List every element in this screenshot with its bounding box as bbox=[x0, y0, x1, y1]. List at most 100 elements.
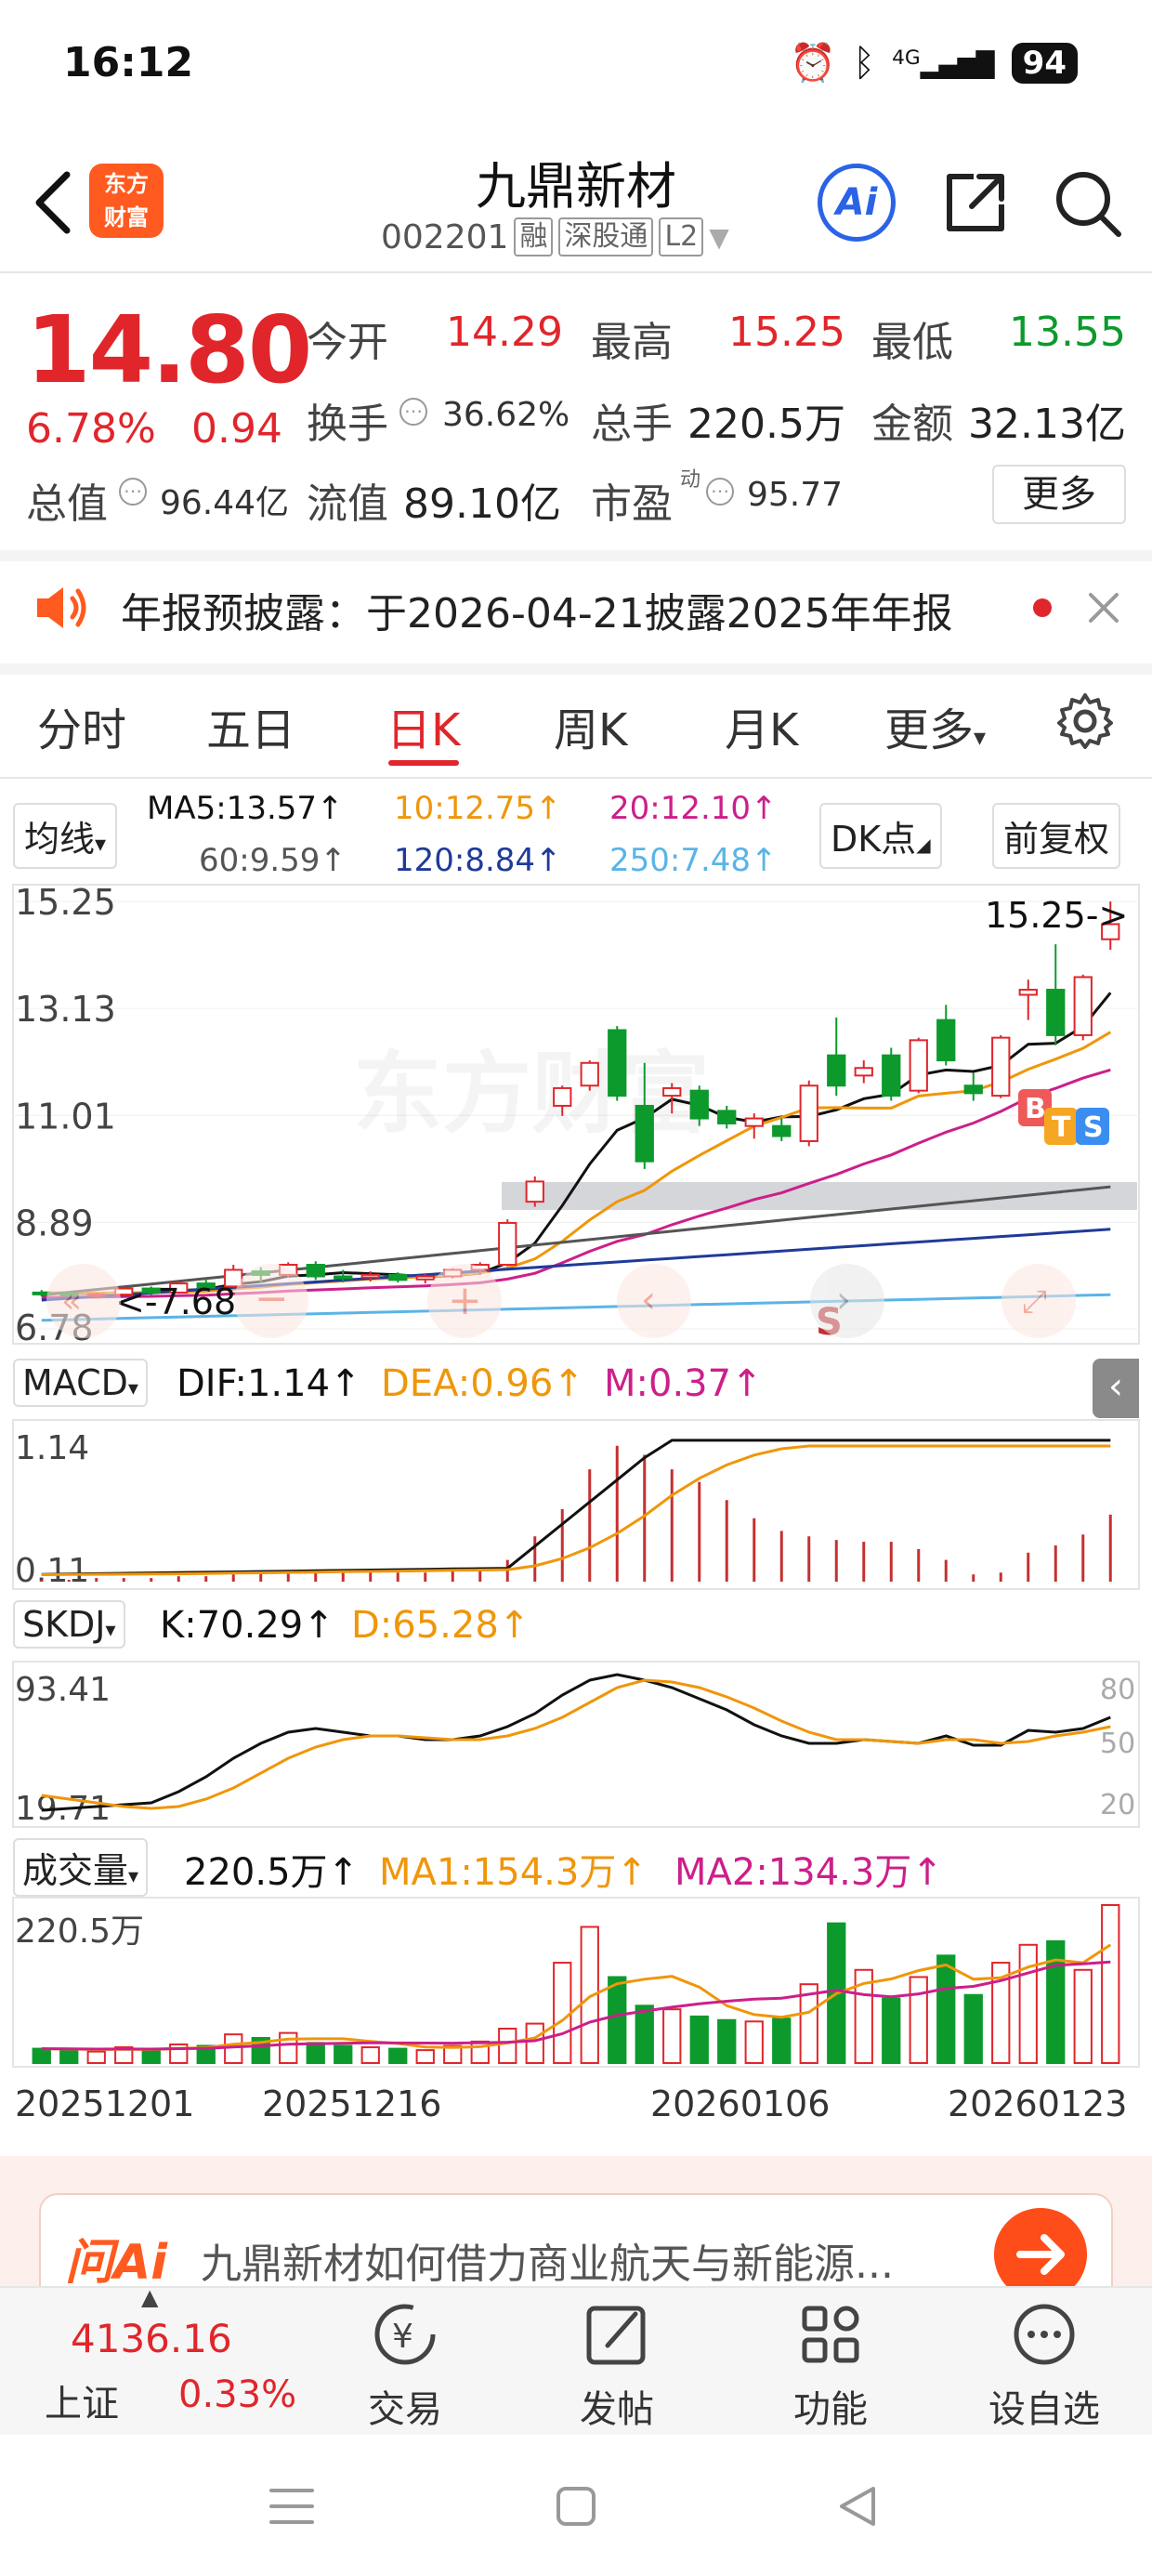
volume-bar bbox=[334, 2044, 353, 2064]
unread-dot bbox=[1033, 598, 1052, 617]
tab-intraday[interactable]: 分时 bbox=[37, 693, 126, 758]
home-icon[interactable] bbox=[550, 2483, 602, 2530]
open-value: 14.29 bbox=[446, 309, 563, 356]
y-axis-label: 13.13 bbox=[15, 989, 116, 1030]
date-label: 20260123 bbox=[948, 2083, 1128, 2124]
signal-badges: B T S bbox=[1018, 1089, 1109, 1145]
search-icon[interactable] bbox=[1048, 164, 1126, 242]
candle-body bbox=[553, 1086, 572, 1107]
candle-body bbox=[909, 1039, 928, 1092]
status-icons: ⏰ ᛒ 4G▂▄▆█ 94 bbox=[790, 41, 1078, 85]
t-signal: T bbox=[1052, 1111, 1071, 1144]
menu-icon[interactable] bbox=[264, 2483, 320, 2530]
skdj-selector[interactable]: SKDJ▾ bbox=[13, 1600, 125, 1649]
volume-bar bbox=[86, 2050, 106, 2064]
ai-prompt-text[interactable]: 九鼎新材如何借力商业航天与新能源... bbox=[201, 2230, 981, 2290]
tab-monthly-k[interactable]: 月K bbox=[725, 693, 798, 758]
svg-text:«: « bbox=[61, 1282, 82, 1321]
turnover-label: 换手 bbox=[307, 401, 388, 448]
nav-function[interactable]: 功能 bbox=[756, 2379, 905, 2433]
nav-post[interactable]: 发帖 bbox=[543, 2379, 691, 2433]
tab-weekly-k[interactable]: 周K bbox=[554, 693, 627, 758]
candle-body bbox=[415, 1275, 435, 1281]
dk-point-button[interactable]: DK点◢ bbox=[819, 803, 942, 869]
tab-five-day[interactable]: 五日 bbox=[206, 693, 295, 758]
volume-label: 总手 bbox=[591, 401, 673, 448]
volume-bar bbox=[1101, 1904, 1120, 2064]
skdj-k-line bbox=[41, 1673, 1111, 1812]
ma10-value: 10:12.75↑ bbox=[394, 790, 562, 827]
stock-code: 002201 bbox=[381, 217, 509, 256]
volume-bar bbox=[59, 2049, 79, 2065]
ai-logo: 问Ai bbox=[65, 2235, 168, 2291]
volume-y-top: 220.5万 bbox=[15, 1912, 144, 1951]
svg-text:⤢: ⤢ bbox=[1022, 1283, 1047, 1321]
candle-body bbox=[827, 1054, 846, 1087]
status-time: 16:12 bbox=[63, 39, 194, 86]
tab-more[interactable]: 更多▾ bbox=[884, 693, 986, 758]
candle-body bbox=[525, 1180, 544, 1203]
svg-text:›: › bbox=[836, 1279, 851, 1321]
nav-add-watchlist[interactable]: 设自选 bbox=[970, 2379, 1119, 2433]
svg-text:¥: ¥ bbox=[392, 2318, 413, 2356]
candle-body bbox=[936, 1019, 956, 1062]
back-triangle-icon[interactable] bbox=[832, 2483, 884, 2530]
ai-button[interactable]: Ai bbox=[818, 164, 896, 242]
trade-icon[interactable]: ¥ bbox=[331, 2297, 479, 2372]
collapse-panel-button[interactable]: ‹ bbox=[1093, 1359, 1139, 1418]
adjust-button[interactable]: 前复权 bbox=[992, 803, 1121, 869]
tag-margin: 融 bbox=[514, 217, 554, 256]
volume-bar bbox=[360, 2046, 380, 2064]
pe-dynamic-mark: 动 bbox=[680, 468, 701, 492]
amount-value: 32.13亿 bbox=[968, 401, 1126, 448]
pan-left-fast-button[interactable] bbox=[46, 1264, 121, 1338]
support-band bbox=[502, 1182, 1137, 1210]
skdj-level-20: 20 bbox=[1100, 1789, 1135, 1821]
candle-body bbox=[991, 1036, 1011, 1097]
volume-bar bbox=[415, 2049, 435, 2065]
speaker-icon bbox=[37, 587, 86, 628]
macd-dea-line bbox=[41, 1444, 1111, 1576]
tab-daily-k[interactable]: 日K bbox=[386, 693, 460, 758]
candle-body bbox=[854, 1067, 873, 1077]
close-icon[interactable] bbox=[1083, 587, 1124, 628]
candle-body bbox=[772, 1124, 792, 1137]
info-icon[interactable]: ⋯ bbox=[399, 398, 427, 426]
candle-body bbox=[744, 1117, 764, 1127]
volume-bar bbox=[744, 2020, 764, 2064]
nav-trade[interactable]: 交易 bbox=[331, 2379, 479, 2433]
volume-bar bbox=[32, 2047, 51, 2065]
volume-bar bbox=[936, 1954, 956, 2064]
volume-selector[interactable]: 成交量▾ bbox=[13, 1838, 149, 1897]
float-cap-value: 89.10亿 bbox=[403, 480, 561, 528]
volume-bar bbox=[224, 2033, 243, 2064]
index-value[interactable]: 4136.16 bbox=[71, 2316, 232, 2361]
candle-body bbox=[1018, 989, 1038, 996]
ma-selector[interactable]: 均线▾ bbox=[13, 803, 118, 869]
skdj-level-50: 50 bbox=[1100, 1728, 1135, 1760]
ma5-value: MA5:13.57↑ bbox=[147, 790, 344, 827]
more-dots-icon[interactable] bbox=[970, 2297, 1119, 2372]
share-icon[interactable] bbox=[936, 164, 1015, 242]
post-icon[interactable] bbox=[543, 2297, 691, 2372]
kline-chart[interactable]: 东方财富 15.2513.1311.018.896.78 15.25-> <-7… bbox=[0, 883, 1152, 1347]
info-icon[interactable]: ⋯ bbox=[119, 478, 147, 506]
gear-icon[interactable] bbox=[1055, 691, 1115, 751]
ma20-value: 20:12.10↑ bbox=[609, 790, 778, 827]
notice-text[interactable]: 年报预披露：于2026-04-21披露2025年年报 bbox=[121, 580, 953, 639]
index-change: 0.33% bbox=[178, 2373, 297, 2416]
y-axis-label: 11.01 bbox=[15, 1096, 116, 1137]
chevron-down-icon: ▼ bbox=[709, 221, 729, 253]
date-label: 20260106 bbox=[650, 2083, 831, 2124]
macd-dea: DEA:0.96↑ bbox=[381, 1362, 584, 1405]
candle-body bbox=[882, 1054, 901, 1097]
more-button[interactable]: 更多 bbox=[992, 465, 1126, 524]
svg-text:−: − bbox=[255, 1275, 289, 1322]
skdj-k: K:70.29↑ bbox=[160, 1604, 334, 1647]
function-icon[interactable] bbox=[756, 2297, 905, 2372]
high-marker: 15.25-> bbox=[985, 895, 1128, 936]
stock-code-row[interactable]: 002201 融 深股通 L2 ▼ bbox=[381, 217, 729, 256]
macd-selector[interactable]: MACD▾ bbox=[13, 1359, 148, 1407]
info-icon[interactable]: ⋯ bbox=[706, 478, 734, 506]
market-cap-label: 总值 bbox=[26, 480, 108, 528]
